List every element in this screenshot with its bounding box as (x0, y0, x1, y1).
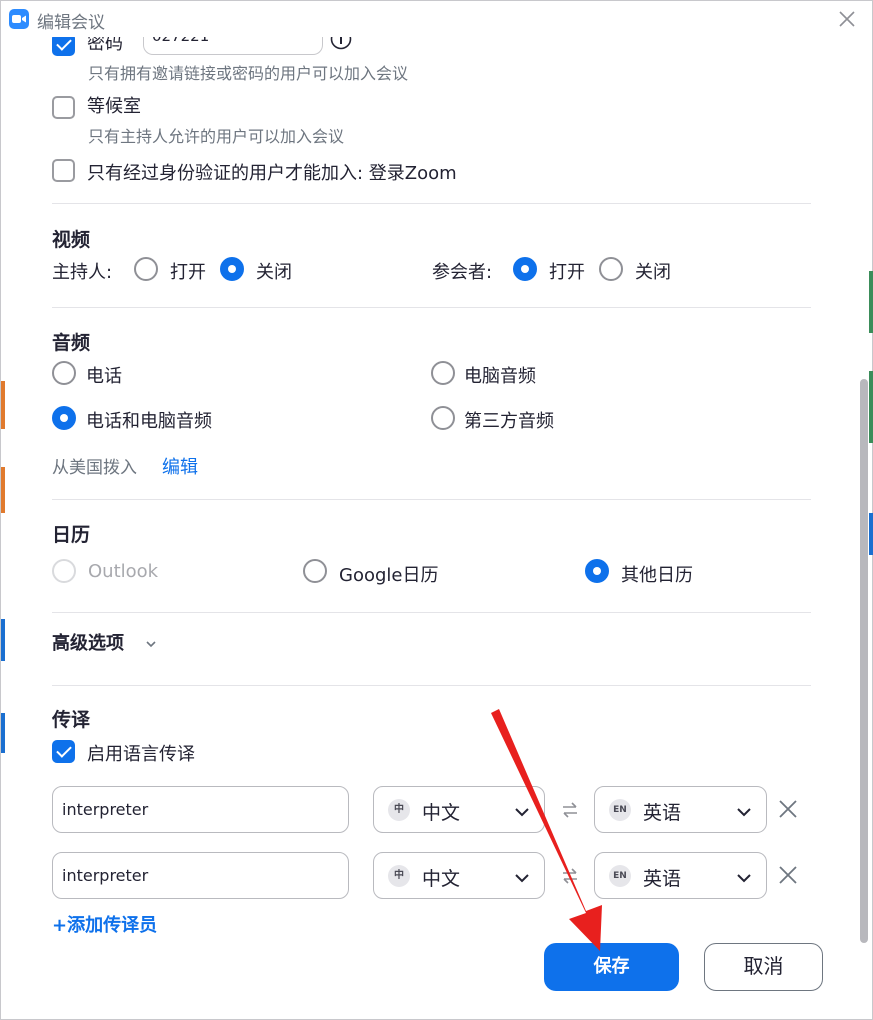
audio-both-radio[interactable] (52, 406, 76, 430)
zoom-camera-icon (9, 9, 29, 29)
calendar-heading: 日历 (52, 524, 91, 546)
divider (52, 203, 811, 204)
divider (52, 612, 811, 613)
waiting-room-checkbox[interactable] (52, 96, 75, 119)
chevron-down-icon (514, 869, 530, 888)
target-language-value: 英语 (643, 802, 682, 824)
chevron-down-icon (736, 803, 752, 822)
target-language-select[interactable]: EN 英语 (594, 852, 767, 899)
waiting-room-label: 等候室 (87, 96, 141, 117)
audio-third-party-radio[interactable] (431, 406, 455, 430)
source-language-value: 中文 (422, 802, 461, 824)
audio-heading: 音频 (52, 332, 91, 354)
audio-telephone-label: 电话 (86, 366, 122, 387)
enable-interpretation-checkbox[interactable] (52, 740, 75, 763)
window-title: 编辑会议 (37, 13, 105, 33)
participant-video-label: 参会者: (432, 262, 493, 283)
participant-video-on-label: 打开 (549, 262, 585, 283)
language-badge-icon: 中 (388, 865, 410, 887)
title-bar: 编辑会议 (1, 1, 872, 37)
remove-interpreter-icon[interactable] (777, 798, 799, 820)
calendar-google-label: Google日历 (339, 565, 439, 586)
passcode-help-text: 只有拥有邀请链接或密码的用户可以加入会议 (88, 64, 409, 83)
interpretation-heading: 传译 (52, 709, 91, 731)
target-language-select[interactable]: EN 英语 (594, 786, 767, 833)
chevron-down-icon (736, 869, 752, 888)
dial-in-text: 从美国拨入 (52, 458, 137, 478)
remove-interpreter-icon[interactable] (777, 864, 799, 886)
waiting-room-help-text: 只有主持人允许的用户可以加入会议 (88, 127, 345, 146)
participant-video-off-label: 关闭 (635, 262, 671, 283)
advanced-options-label: 高级选项 (52, 633, 124, 654)
dial-in-edit-link[interactable]: 编辑 (162, 453, 198, 479)
host-video-off-radio[interactable] (220, 257, 244, 281)
swap-arrows-icon (560, 800, 580, 820)
interpreter-input[interactable]: interpreter (52, 786, 349, 833)
divider (52, 499, 811, 500)
calendar-outlook-label: Outlook (88, 561, 159, 582)
audio-telephone-radio[interactable] (52, 361, 76, 385)
participant-video-off-radio[interactable] (599, 257, 623, 281)
close-icon[interactable] (835, 7, 859, 31)
add-interpreter-link[interactable]: +添加传译员 (52, 911, 157, 937)
authenticated-users-checkbox[interactable] (52, 159, 75, 182)
audio-both-label: 电话和电脑音频 (86, 411, 212, 432)
cancel-button[interactable]: 取消 (704, 943, 823, 991)
source-language-select[interactable]: 中 中文 (373, 852, 545, 899)
calendar-other-label: 其他日历 (621, 565, 693, 586)
language-badge-icon: EN (609, 799, 631, 821)
audio-third-party-label: 第三方音频 (464, 411, 554, 432)
target-language-value: 英语 (643, 868, 682, 890)
audio-computer-radio[interactable] (431, 361, 455, 385)
language-badge-icon: 中 (388, 799, 410, 821)
host-video-off-label: 关闭 (256, 262, 292, 283)
calendar-other-radio[interactable] (585, 559, 609, 583)
save-button[interactable]: 保存 (544, 943, 679, 991)
background-window-strip (869, 271, 873, 333)
enable-interpretation-label: 启用语言传译 (87, 744, 195, 765)
background-window-strip (869, 371, 873, 443)
language-badge-icon: EN (609, 865, 631, 887)
divider (52, 685, 811, 686)
video-heading: 视频 (52, 229, 91, 251)
host-video-on-label: 打开 (170, 262, 206, 283)
audio-computer-label: 电脑音频 (464, 366, 536, 387)
source-language-select[interactable]: 中 中文 (373, 786, 545, 833)
meeting-settings-content: 密码 027221 只有拥有邀请链接或密码的用户可以加入会议 等候室 只有主持人… (1, 1, 857, 1020)
swap-arrows-icon (560, 866, 580, 886)
interpreter-input[interactable]: interpreter (52, 852, 349, 899)
edit-meeting-window: 密码 027221 只有拥有邀请链接或密码的用户可以加入会议 等候室 只有主持人… (0, 0, 873, 1020)
chevron-down-icon (145, 635, 157, 654)
authenticated-users-label: 只有经过身份验证的用户才能加入: 登录Zoom (87, 163, 457, 184)
chevron-down-icon (514, 803, 530, 822)
calendar-google-radio[interactable] (303, 559, 327, 583)
divider (52, 307, 811, 308)
scrollbar-thumb[interactable] (860, 379, 868, 943)
advanced-options-toggle[interactable]: 高级选项 (52, 629, 172, 655)
background-window-strip (869, 513, 873, 555)
host-video-label: 主持人: (52, 262, 113, 283)
participant-video-on-radio[interactable] (513, 257, 537, 281)
calendar-outlook-radio (52, 559, 76, 583)
source-language-value: 中文 (422, 868, 461, 890)
host-video-on-radio[interactable] (134, 257, 158, 281)
